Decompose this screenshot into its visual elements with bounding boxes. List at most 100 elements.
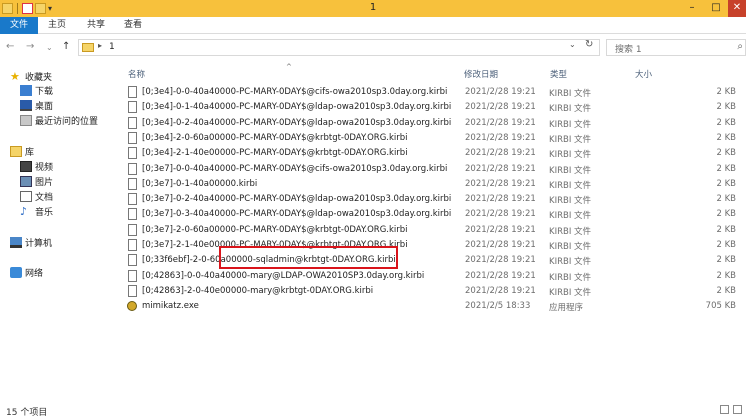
- breadcrumb-item[interactable]: 1: [109, 42, 115, 52]
- file-icon: [128, 269, 137, 282]
- sidebar-item-music[interactable]: ♪ 音乐: [20, 205, 53, 218]
- file-icon: [128, 284, 137, 297]
- sort-ascending-icon: ^: [286, 63, 292, 71]
- window-title: 1: [369, 2, 377, 13]
- file-size: 2 KB: [716, 285, 736, 296]
- sidebar-item-videos[interactable]: 视频: [20, 160, 53, 173]
- file-size: 2 KB: [716, 270, 736, 281]
- table-row[interactable]: [0;3e4]-0-1-40a40000-PC-MARY-0DAY$@ldap-…: [124, 100, 736, 115]
- sidebar-item-downloads[interactable]: 下载: [20, 84, 53, 97]
- file-type: KIRBI 文件: [549, 196, 592, 207]
- maximize-button[interactable]: □: [704, 0, 728, 17]
- breadcrumb-separator-icon[interactable]: ▸: [98, 41, 102, 50]
- sidebar-item-label: 桌面: [35, 102, 54, 112]
- up-button[interactable]: ↑: [62, 41, 70, 52]
- sidebar-item-recent-places[interactable]: 最近访问的位置: [20, 114, 98, 127]
- table-row[interactable]: [0;3e4]-2-0-60a00000-PC-MARY-0DAY$@krbtg…: [124, 131, 736, 146]
- sidebar-item-network[interactable]: 网络: [10, 266, 43, 279]
- address-bar[interactable]: ▸ 1: [78, 39, 600, 56]
- sidebar-item-label: 音乐: [35, 208, 54, 218]
- file-icon: [128, 101, 137, 114]
- table-row[interactable]: [0;3e7]-0-1-40a00000.kirbi 2021/2/28 19:2…: [124, 177, 736, 192]
- file-name: [0;3e4]-2-0-60a00000-PC-MARY-0DAY$@krbtg…: [142, 132, 408, 143]
- sidebar-item-label: 图片: [35, 178, 54, 188]
- file-size: 2 KB: [716, 240, 736, 250]
- close-button[interactable]: ✕: [728, 0, 746, 17]
- file-date: 2021/2/28 19:21: [465, 194, 536, 205]
- file-date: 2021/2/28 19:21: [465, 224, 536, 235]
- search-input[interactable]: 搜索 1 ⌕: [606, 39, 746, 56]
- table-row[interactable]: mimikatz.exe 2021/2/5 18:33 应用程序 705 KB: [124, 299, 736, 314]
- file-name: [0;3e4]-0-0-40a40000-PC-MARY-0DAY$@cifs-…: [142, 87, 448, 97]
- table-row[interactable]: [0;3e7]-2-0-60a00000-PC-MARY-0DAY$@krbtg…: [124, 223, 736, 238]
- large-icons-view-icon[interactable]: [733, 405, 742, 414]
- column-header-size[interactable]: 大小: [635, 68, 652, 80]
- picture-icon: [20, 176, 32, 187]
- minimize-button[interactable]: –: [680, 0, 704, 17]
- table-row[interactable]: [0;3e7]-2-1-40e00000-PC-MARY-0DAY$@krbtg…: [124, 238, 736, 253]
- search-icon[interactable]: ⌕: [737, 41, 743, 52]
- sidebar-item-label: 最近访问的位置: [35, 117, 99, 127]
- file-type: KIRBI 文件: [549, 165, 592, 176]
- table-row[interactable]: [0;3e7]-0-2-40a40000-PC-MARY-0DAY$@ldap-…: [124, 192, 736, 207]
- file-size: 2 KB: [716, 224, 736, 235]
- sidebar-item-label: 下载: [35, 87, 54, 97]
- file-date: 2021/2/28 19:21: [465, 163, 536, 174]
- tab-file[interactable]: 文件: [0, 17, 38, 34]
- file-type: 应用程序: [549, 303, 584, 314]
- ribbon: 文件 主页 共享 查看: [0, 17, 746, 34]
- address-history-dropdown-icon[interactable]: ⌄: [569, 40, 576, 49]
- tab-share[interactable]: 共享: [87, 17, 105, 34]
- table-row[interactable]: [0;3e7]-0-3-40a40000-PC-MARY-0DAY$@ldap-…: [124, 207, 736, 222]
- column-header-type[interactable]: 类型: [550, 68, 567, 80]
- details-view-icon[interactable]: [720, 405, 729, 414]
- table-row[interactable]: [0;42863]-2-0-40e00000-mary@krbtgt-0DAY.…: [124, 284, 736, 299]
- file-name: [0;3e7]-0-1-40a00000.kirbi: [142, 178, 258, 189]
- table-row[interactable]: [0;3e7]-0-0-40a40000-PC-MARY-0DAY$@cifs-…: [124, 162, 736, 177]
- file-name: [0;42863]-2-0-40e00000-mary@krbtgt-0DAY.…: [142, 285, 374, 296]
- tab-view[interactable]: 查看: [124, 17, 142, 34]
- library-icon: [10, 146, 22, 157]
- file-date: 2021/2/28 19:21: [465, 178, 536, 189]
- file-name: mimikatz.exe: [142, 301, 199, 312]
- file-size: 2 KB: [716, 148, 736, 159]
- file-size: 2 KB: [716, 132, 736, 143]
- table-row[interactable]: [0;33f6ebf]-2-0-60a00000-sqladmin@krbtgt…: [124, 253, 736, 268]
- sidebar-item-label: 计算机: [25, 239, 53, 249]
- forward-button[interactable]: →: [26, 41, 34, 52]
- table-row[interactable]: [0;3e4]-0-0-40a40000-PC-MARY-0DAY$@cifs-…: [124, 85, 736, 100]
- file-icon: [128, 177, 137, 190]
- file-icon: [128, 223, 137, 236]
- sidebar-item-pictures[interactable]: 图片: [20, 175, 53, 188]
- column-header: ^ 名称 修改日期 类型 大小: [0, 62, 746, 82]
- file-name: [0;3e4]-0-1-40a40000-PC-MARY-0DAY$@ldap-…: [142, 102, 452, 113]
- file-icon: [128, 254, 137, 267]
- tab-home[interactable]: 主页: [48, 17, 66, 34]
- address-toolbar: ← → ⌄ ↑ ▸ 1 搜索 1 ⌕: [0, 36, 746, 58]
- column-header-name[interactable]: 名称: [128, 68, 145, 80]
- recent-locations-button[interactable]: ⌄: [46, 43, 53, 52]
- file-date: 2021/2/28 19:21: [465, 255, 536, 266]
- sidebar-item-libraries[interactable]: 库: [10, 145, 34, 158]
- file-date: 2021/2/28 19:21: [465, 117, 536, 128]
- file-date: 2021/2/28 19:21: [465, 285, 536, 296]
- file-name: [0;33f6ebf]-2-0-60a00000-sqladmin@krbtgt…: [142, 255, 396, 266]
- file-size: 2 KB: [716, 178, 736, 189]
- sidebar-item-desktop[interactable]: 桌面: [20, 99, 53, 112]
- music-icon: ♪: [20, 205, 28, 218]
- column-header-date[interactable]: 修改日期: [464, 68, 498, 80]
- sidebar-item-computer[interactable]: 计算机: [10, 236, 52, 249]
- downloads-icon: [20, 85, 32, 96]
- file-type: KIRBI 文件: [549, 150, 592, 161]
- refresh-icon[interactable]: ↻: [585, 39, 593, 50]
- file-icon: [128, 86, 137, 98]
- table-row[interactable]: [0;42863]-0-0-40a40000-mary@LDAP-OWA2010…: [124, 269, 736, 284]
- video-icon: [20, 161, 32, 172]
- back-button[interactable]: ←: [6, 41, 14, 52]
- table-row[interactable]: [0;3e4]-2-1-40e00000-PC-MARY-0DAY$@krbtg…: [124, 146, 736, 161]
- file-size: 2 KB: [716, 102, 736, 113]
- sidebar-item-documents[interactable]: 文档: [20, 190, 53, 203]
- file-type: KIRBI 文件: [549, 89, 592, 99]
- network-icon: [10, 267, 22, 278]
- table-row[interactable]: [0;3e4]-0-2-40a40000-PC-MARY-0DAY$@ldap-…: [124, 116, 736, 131]
